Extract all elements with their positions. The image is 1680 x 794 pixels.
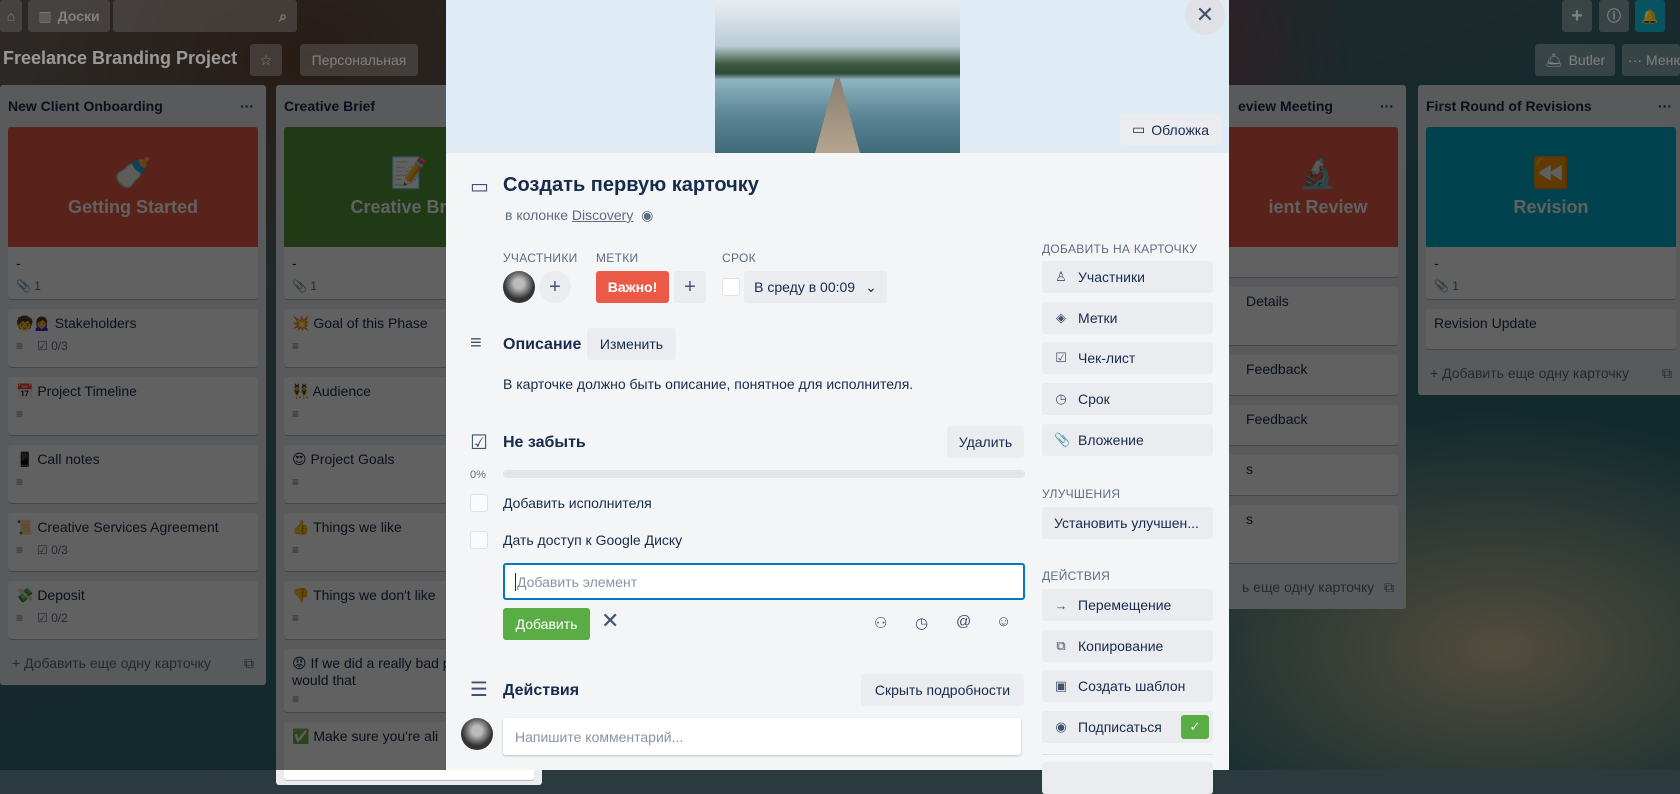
checklist-progress-text: 0% xyxy=(470,469,486,481)
eye-icon: ◉ xyxy=(1055,719,1067,735)
clock-icon: ◷ xyxy=(1055,391,1067,407)
add-member-button[interactable]: + xyxy=(539,271,571,303)
more-icon: ··· xyxy=(1628,52,1642,68)
sidebar-attachment-button[interactable]: 📎 Вложение xyxy=(1042,423,1213,456)
checklist-title[interactable]: Не забыть xyxy=(503,434,586,452)
boards-button[interactable]: ▥ Доски xyxy=(28,0,110,32)
sidebar-label-button[interactable]: ◈ Метки xyxy=(1042,301,1213,334)
powerups-button[interactable]: Установить улучшен... xyxy=(1042,507,1213,539)
assign-member-icon[interactable]: ⚇ xyxy=(874,614,887,632)
list-link[interactable]: Discovery xyxy=(572,207,633,223)
description-icon: ≡ xyxy=(470,332,482,354)
sidebar-clock-button[interactable]: ◷ Срок xyxy=(1042,383,1213,416)
create-button[interactable]: + xyxy=(1562,0,1592,32)
checklist-icon: ☑ xyxy=(470,432,488,454)
sidebar-button[interactable] xyxy=(1042,762,1213,794)
card-icon: ▭ xyxy=(470,176,489,198)
search-icon: ⌕ xyxy=(279,7,287,24)
checklist-progress-bar xyxy=(503,470,1025,478)
template-icon: ▣ xyxy=(1054,678,1068,694)
checklist-icon: ☑ xyxy=(1055,350,1067,366)
add-label-button[interactable]: + xyxy=(674,271,706,303)
info-button[interactable]: ⓘ xyxy=(1599,0,1629,32)
divider xyxy=(1042,754,1213,755)
hide-details-button[interactable]: Скрыть подробности xyxy=(861,674,1024,706)
sidebar-member-button[interactable]: ♙ Участники xyxy=(1042,261,1213,293)
cover-image xyxy=(715,0,960,153)
bell-service-icon: 🛎 xyxy=(1544,51,1563,68)
butler-button[interactable]: 🛎 Butler xyxy=(1535,44,1615,76)
copy-icon: ⧉ xyxy=(1056,637,1066,653)
members-label: УЧАСТНИКИ xyxy=(503,251,578,265)
check-icon: ✓ xyxy=(1181,715,1209,740)
menu-button[interactable]: ··· Меню xyxy=(1622,44,1680,76)
notifications-button[interactable]: 🔔 xyxy=(1635,0,1665,32)
checklist-item-input[interactable]: Добавить элемент xyxy=(503,563,1025,600)
sidebar-action-button[interactable]: ◉ Подписаться ✓ xyxy=(1042,711,1213,744)
search-input[interactable]: ⌕ xyxy=(113,0,297,32)
plus-icon: + xyxy=(684,275,696,298)
plus-icon: + xyxy=(549,275,561,298)
avatar[interactable] xyxy=(503,271,535,303)
checklist-item[interactable]: Дать доступ к Google Диску xyxy=(503,532,682,548)
edit-description-button[interactable]: Изменить xyxy=(587,328,676,360)
emoji-icon[interactable]: ☺ xyxy=(996,613,1011,630)
comment-input[interactable]: Напишите комментарий... xyxy=(503,718,1021,755)
activity-title: Действия xyxy=(503,682,580,699)
labels-label: МЕТКИ xyxy=(596,251,639,265)
info-icon: ⓘ xyxy=(1607,8,1621,24)
home-icon: ⌂ xyxy=(6,8,16,24)
card-detail-modal: ▭ Обложка ✕ ▭ Создать первую карточку в к… xyxy=(446,0,1229,794)
due-date-button[interactable]: В среду в 00:09 ⌄ xyxy=(744,271,887,303)
add-to-card-title: ДОБАВИТЬ НА КАРТОЧКУ xyxy=(1042,242,1198,256)
activity-icon: ☰ xyxy=(470,679,488,701)
cover-button[interactable]: ▭ Обложка xyxy=(1120,114,1221,145)
close-icon: ✕ xyxy=(1195,2,1215,27)
boards-icon: ▥ xyxy=(38,7,52,24)
attachment-icon: 📎 xyxy=(1054,431,1071,447)
description-title: Описание xyxy=(503,336,582,353)
checklist-item-checkbox[interactable] xyxy=(470,531,488,549)
bell-icon: 🔔 xyxy=(1641,7,1659,24)
sidebar-action-button[interactable]: ⧉ Копирование xyxy=(1042,629,1213,662)
home-button[interactable]: ⌂ xyxy=(0,0,22,32)
visibility-button[interactable]: Персональная xyxy=(300,44,418,76)
mention-icon[interactable]: @ xyxy=(956,613,971,630)
sidebar-checklist-button[interactable]: ☑ Чек-лист xyxy=(1042,342,1213,375)
board-title[interactable]: Freelance Branding Project xyxy=(3,48,237,69)
star-button[interactable]: ☆ xyxy=(250,44,282,76)
description-text[interactable]: В карточке должно быть описание, понятно… xyxy=(503,376,913,392)
list-location: в колонке Discovery ◉ xyxy=(505,207,654,223)
powerups-title: УЛУЧШЕНИЯ xyxy=(1042,487,1121,501)
eye-icon: ◉ xyxy=(641,207,654,223)
sidebar-action-button[interactable]: ▣ Создать шаблон xyxy=(1042,670,1213,703)
due-complete-checkbox[interactable] xyxy=(722,278,740,296)
checklist-item[interactable]: Добавить исполнителя xyxy=(503,495,652,511)
checklist-item-checkbox[interactable] xyxy=(470,494,488,512)
cancel-add-item-icon[interactable]: ✕ xyxy=(601,608,619,634)
arrow-right-icon: → xyxy=(1054,597,1068,613)
avatar xyxy=(461,718,493,750)
add-item-button[interactable]: Добавить xyxy=(503,608,590,640)
clock-icon[interactable]: ◷ xyxy=(915,614,928,632)
delete-checklist-button[interactable]: Удалить xyxy=(947,426,1024,458)
card-cover: ▭ Обложка xyxy=(446,0,1229,153)
label-icon: ◈ xyxy=(1056,309,1066,325)
card-title[interactable]: Создать первую карточку xyxy=(503,174,759,197)
star-icon: ☆ xyxy=(259,51,273,68)
due-label: СРОК xyxy=(722,251,756,265)
label-chip[interactable]: Важно! xyxy=(596,271,669,303)
actions-title: ДЕЙСТВИЯ xyxy=(1042,569,1111,583)
cover-icon: ▭ xyxy=(1131,121,1146,137)
chevron-down-icon: ⌄ xyxy=(865,278,877,295)
sidebar-action-button[interactable]: → Перемещение xyxy=(1042,589,1213,621)
member-icon: ♙ xyxy=(1055,269,1067,284)
plus-icon: + xyxy=(1571,4,1583,27)
